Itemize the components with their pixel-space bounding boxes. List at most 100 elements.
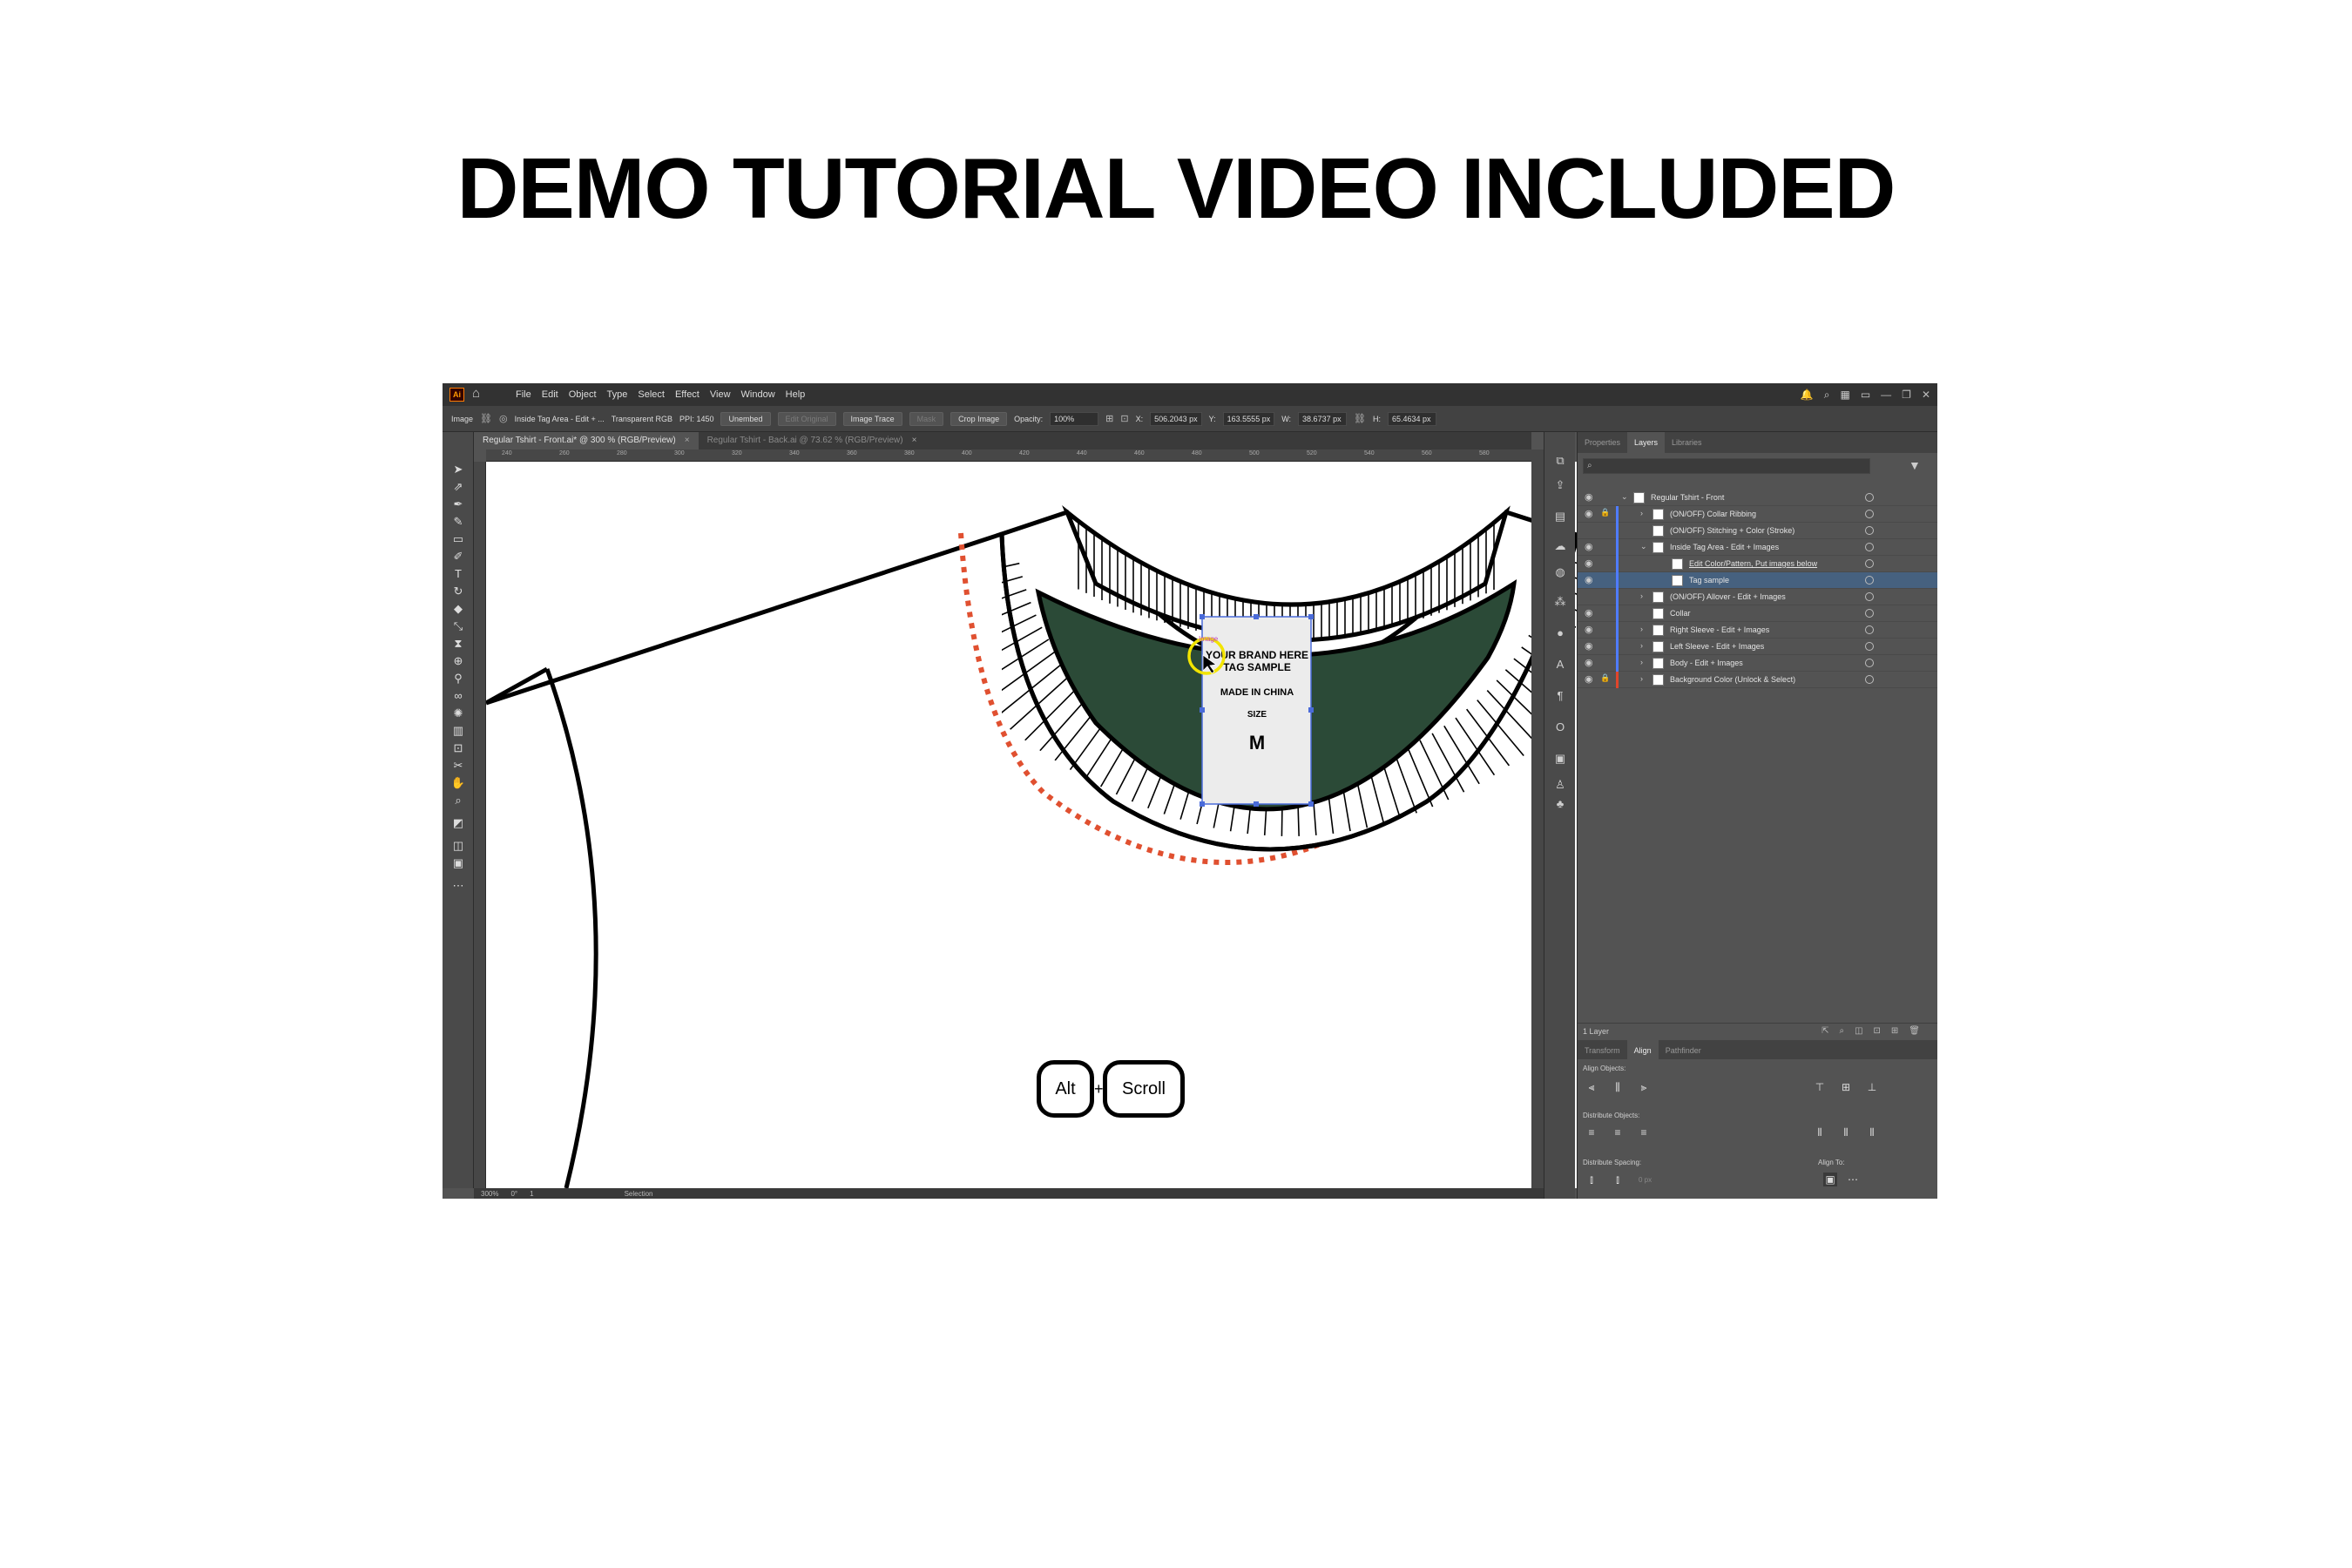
- new-sublayer-icon[interactable]: ⊡: [1874, 1024, 1881, 1039]
- layer-row[interactable]: ◉ 🔒 › (ON/OFF) Collar Ribbing: [1578, 506, 1937, 523]
- width-tool-icon[interactable]: ⧗: [449, 636, 468, 652]
- artboard-canvas[interactable]: YOUR BRAND HERE TAG SAMPLE MADE IN CHINA…: [486, 462, 1577, 1188]
- eye-icon[interactable]: ◉: [1585, 541, 1593, 552]
- target-icon[interactable]: [1865, 609, 1874, 618]
- menu-view[interactable]: View: [705, 383, 736, 406]
- graph-tool-icon[interactable]: ▥: [449, 723, 468, 739]
- distribute-right-icon[interactable]: ⫴: [1865, 1125, 1879, 1139]
- curvature-tool-icon[interactable]: ✎: [449, 514, 468, 530]
- selection-tool-icon[interactable]: ➤: [449, 462, 468, 477]
- drawing-mode-icon[interactable]: ◫: [449, 838, 468, 854]
- chevron-right-icon[interactable]: ›: [1640, 591, 1643, 600]
- tab-front-document[interactable]: Regular Tshirt - Front.ai* @ 300 % (RGB/…: [474, 432, 699, 449]
- layer-row[interactable]: ◉ 🔒 › Background Color (Unlock & Select): [1578, 672, 1937, 688]
- restore-icon[interactable]: ❐: [1902, 389, 1911, 401]
- direct-selection-tool-icon[interactable]: ⇗: [449, 479, 468, 495]
- chevron-right-icon[interactable]: ›: [1640, 658, 1643, 666]
- workspace-icon[interactable]: ▭: [1861, 389, 1870, 401]
- target-icon[interactable]: [1865, 642, 1874, 651]
- layer-row[interactable]: (ON/OFF) Stitching + Color (Stroke): [1578, 523, 1937, 539]
- distribute-hcenter-icon[interactable]: ⫴: [1839, 1125, 1853, 1139]
- layer-row[interactable]: ◉ ⌄ Inside Tag Area - Edit + Images: [1578, 539, 1937, 556]
- link-icon[interactable]: ⛓: [480, 413, 492, 424]
- tab-align[interactable]: Align: [1626, 1040, 1659, 1059]
- target-icon[interactable]: [1865, 625, 1874, 634]
- home-icon[interactable]: ⌂: [472, 387, 480, 401]
- image-trace-icon[interactable]: ▣: [1552, 751, 1568, 767]
- w-field[interactable]: 38.6737 px: [1298, 411, 1348, 426]
- color-icon[interactable]: ◍: [1552, 564, 1568, 580]
- puppet-icon[interactable]: ♙: [1552, 777, 1568, 793]
- chevron-right-icon[interactable]: ›: [1640, 641, 1643, 650]
- more-tools-icon[interactable]: ⋯: [449, 878, 468, 894]
- distribute-center-icon[interactable]: ≡: [1611, 1125, 1625, 1139]
- artboards-icon[interactable]: ⧉: [1552, 453, 1568, 469]
- align-bottom-icon[interactable]: ⊥: [1865, 1080, 1879, 1094]
- layer-row[interactable]: ◉ › Left Sleeve - Edit + Images: [1578, 639, 1937, 655]
- spacing-value[interactable]: 0 px: [1639, 1176, 1652, 1184]
- transform-icon[interactable]: ⊡: [1120, 413, 1128, 424]
- opentype-icon[interactable]: O: [1552, 720, 1568, 735]
- screen-mode-icon[interactable]: ▣: [449, 855, 468, 871]
- tab-properties[interactable]: Properties: [1578, 432, 1627, 453]
- menu-type[interactable]: Type: [602, 383, 633, 406]
- tab-back-document[interactable]: Regular Tshirt - Back.ai @ 73.62 % (RGB/…: [699, 432, 926, 449]
- close-icon[interactable]: ×: [912, 432, 917, 449]
- layer-row[interactable]: ◉ › Body - Edit + Images: [1578, 655, 1937, 672]
- locate-object-icon[interactable]: ⌕: [1839, 1024, 1844, 1039]
- menu-help[interactable]: Help: [781, 383, 811, 406]
- bell-icon[interactable]: 🔔: [1801, 389, 1814, 401]
- layer-row[interactable]: › (ON/OFF) Allover - Edit + Images: [1578, 589, 1937, 605]
- scale-tool-icon[interactable]: ⤡: [449, 618, 468, 634]
- layer-row[interactable]: ◉ Edit Color/Pattern, Put images below: [1578, 556, 1937, 572]
- constrain-link-icon[interactable]: ⛓: [1354, 413, 1366, 424]
- trash-icon[interactable]: 🗑: [1909, 1024, 1920, 1039]
- fill-stroke-icon[interactable]: ◩: [449, 815, 468, 831]
- eye-icon[interactable]: ◉: [1585, 657, 1593, 668]
- close-icon[interactable]: ×: [685, 432, 690, 449]
- layer-row[interactable]: ◉ ⌄ Regular Tshirt - Front: [1578, 490, 1937, 506]
- document-icon[interactable]: ▤: [1552, 509, 1568, 524]
- menu-edit[interactable]: Edit: [537, 383, 564, 406]
- minimize-icon[interactable]: —: [1881, 389, 1891, 401]
- target-icon[interactable]: [1865, 659, 1874, 667]
- menu-object[interactable]: Object: [564, 383, 602, 406]
- filter-icon[interactable]: ▼: [1909, 458, 1921, 472]
- layer-row-selected[interactable]: ◉ Tag sample: [1578, 572, 1937, 589]
- distribute-bottom-icon[interactable]: ≡: [1637, 1125, 1651, 1139]
- target-icon[interactable]: [1865, 576, 1874, 585]
- h-field[interactable]: 65.4634 px: [1388, 411, 1437, 426]
- unembed-button[interactable]: Unembed: [720, 411, 771, 426]
- target-icon[interactable]: [1865, 592, 1874, 601]
- image-trace-button[interactable]: Image Trace: [842, 411, 902, 426]
- chevron-down-icon[interactable]: ⌄: [1621, 492, 1628, 502]
- arrange-icon[interactable]: ▦: [1840, 389, 1849, 401]
- chevron-right-icon[interactable]: ›: [1640, 509, 1643, 517]
- align-center-icon[interactable]: ⫼: [1611, 1080, 1625, 1094]
- target-icon[interactable]: [1865, 493, 1874, 502]
- target-icon[interactable]: [1865, 559, 1874, 568]
- rotation-value[interactable]: 0°: [510, 1190, 517, 1198]
- eye-icon[interactable]: ◉: [1585, 624, 1593, 635]
- eye-icon[interactable]: ◉: [1585, 491, 1593, 503]
- lock-icon[interactable]: 🔒: [1600, 673, 1610, 683]
- new-layer-icon[interactable]: ⊞: [1891, 1024, 1898, 1039]
- tab-pathfinder[interactable]: Pathfinder: [1659, 1040, 1708, 1059]
- character-icon[interactable]: A: [1552, 657, 1568, 672]
- align-top-icon[interactable]: ⊤: [1813, 1080, 1827, 1094]
- mask-button[interactable]: Mask: [909, 411, 944, 426]
- close-icon[interactable]: ✕: [1922, 389, 1930, 401]
- align-right-icon[interactable]: ⫸: [1637, 1080, 1651, 1094]
- eye-icon[interactable]: ◉: [1585, 508, 1593, 519]
- lock-icon[interactable]: 🔒: [1600, 508, 1610, 517]
- layer-search-input[interactable]: ⌕: [1583, 458, 1870, 474]
- eye-icon[interactable]: ◉: [1585, 574, 1593, 585]
- distribute-top-icon[interactable]: ≡: [1585, 1125, 1598, 1139]
- chevron-right-icon[interactable]: ›: [1640, 674, 1643, 683]
- slice-tool-icon[interactable]: ✂: [449, 758, 468, 774]
- clipping-mask-icon[interactable]: ◫: [1855, 1024, 1862, 1039]
- eye-icon[interactable]: ◉: [1585, 640, 1593, 652]
- align-icon[interactable]: ⊞: [1105, 413, 1113, 424]
- target-icon[interactable]: [1865, 510, 1874, 518]
- target-icon[interactable]: [1865, 526, 1874, 535]
